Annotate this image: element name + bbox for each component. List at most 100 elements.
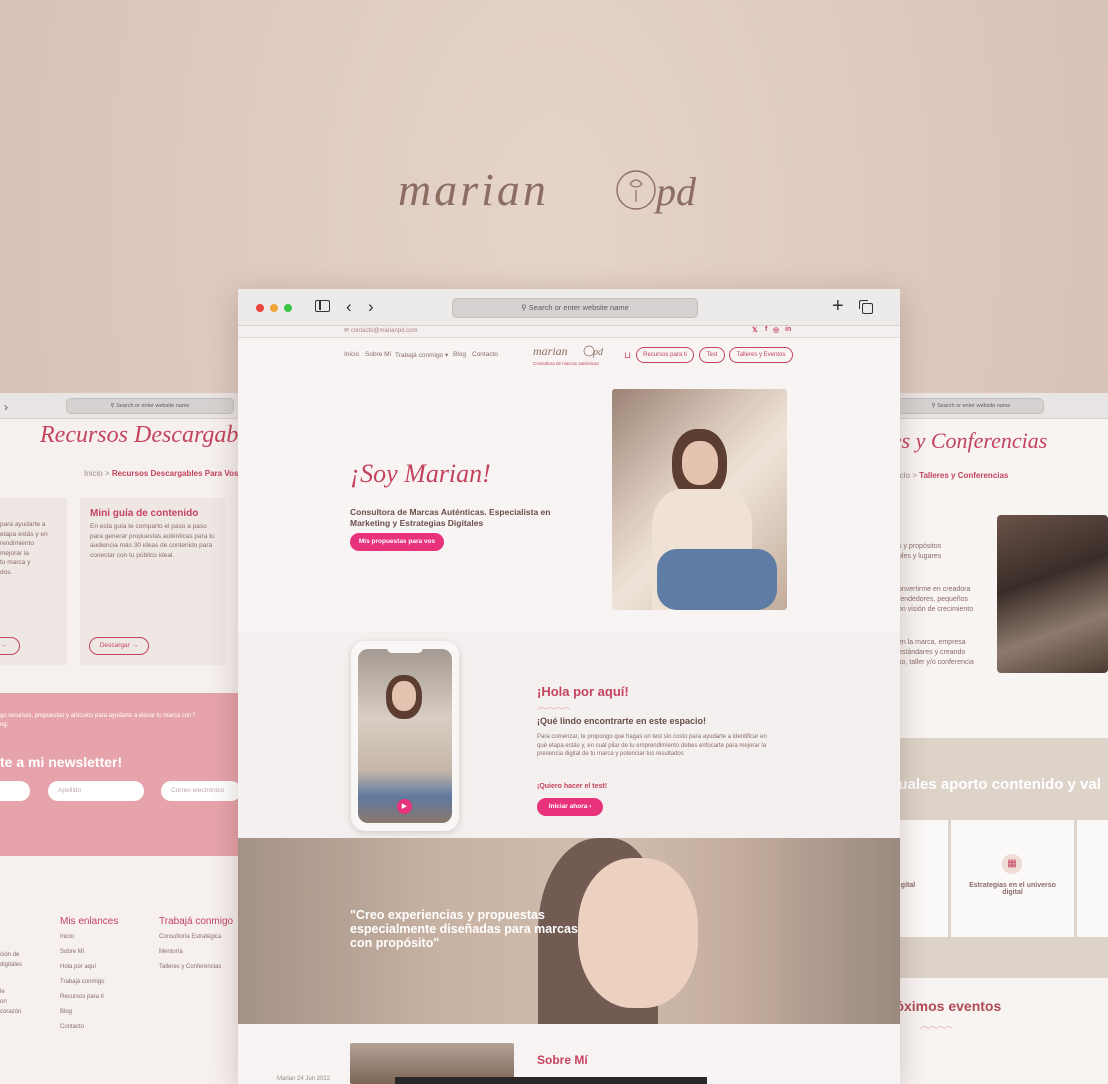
iniciar-button[interactable]: Iniciar ahora ›	[537, 798, 603, 816]
forward-icon[interactable]: ›	[368, 297, 374, 317]
main-browser-window: ‹ › ⚲ Search or enter website name + ✉ c…	[238, 289, 900, 1084]
test-link[interactable]: ¡Quiero hacer el test!	[537, 783, 607, 790]
back-icon[interactable]: ‹	[346, 297, 352, 317]
footer-link[interactable]: Inicio	[60, 934, 74, 940]
cart-icon[interactable]: ⊔	[624, 350, 631, 361]
right-text-line: bles y lugares	[898, 553, 942, 560]
descargar-button[interactable]: Descargar →	[89, 637, 149, 655]
newsletter-name-field[interactable]	[0, 781, 30, 801]
service-card-title: gital	[900, 882, 916, 889]
email-text: contacto@marianpd.com	[350, 328, 418, 334]
resource-card-1: para ayudarte a etapa estás y en rendimi…	[0, 498, 67, 665]
new-tab-icon[interactable]: +	[832, 295, 844, 318]
site-logo[interactable]: marian pd Consultora de marcas auténtica…	[533, 343, 607, 369]
service-card[interactable]: ▦ Estrategias en el universo digital	[951, 820, 1074, 937]
maximize-window-icon[interactable]	[284, 304, 292, 312]
post-date: Marian 24 Jun 2022	[277, 1076, 331, 1082]
footer-col1-line: le	[0, 989, 5, 995]
address-placeholder: Search or enter website name	[528, 303, 629, 312]
logo-tagline: Consultora de marcas auténticas	[533, 361, 599, 366]
contact-topbar: ✉ contacto@marianpd.com 𝕏 f ◎ in	[238, 326, 900, 338]
address-placeholder: Search or enter website name	[116, 403, 190, 409]
pill-recursos[interactable]: Recursos para ti	[636, 347, 694, 363]
phone-video[interactable]: ▶	[358, 649, 452, 823]
right-breadcrumb: icio > Talleres y Conferencias	[898, 471, 1008, 480]
right-text-line: onvertirme en creadora	[898, 586, 971, 593]
card-2-title: Mini guía de contenido	[90, 508, 199, 519]
right-text-line: on visión de crecimiento	[898, 606, 974, 613]
right-text-line: en la marca, empresa	[898, 639, 966, 646]
right-text-line: estándares y creando	[898, 649, 966, 656]
right-page-title: res y Conferencias	[884, 428, 1048, 453]
right-address-bar[interactable]: ⚲ Search or enter website name	[898, 398, 1044, 414]
newsletter-lastname-field[interactable]: Apellido	[48, 781, 144, 801]
hero-title: ¡Soy Marian!	[350, 459, 491, 488]
dark-footer-strip	[395, 1077, 707, 1084]
newsletter-text: go recursos, propuestas y artículos para…	[0, 713, 195, 728]
phone-video-face	[392, 681, 416, 711]
right-text-line: s y propósitos	[898, 543, 942, 550]
service-card[interactable]: gital	[898, 820, 948, 937]
footer-work-link[interactable]: Mentoría	[159, 949, 183, 955]
pill-test[interactable]: Test	[699, 347, 725, 363]
footer-link[interactable]: Recursos para ti	[60, 994, 104, 1000]
phone-notch	[387, 647, 423, 653]
right-text-line: so, taller y/o conferencia	[898, 659, 974, 666]
instagram-icon[interactable]: ◎	[773, 326, 779, 334]
footer-col1-line: ción de	[0, 952, 20, 958]
nav-contacto[interactable]: Contacto	[472, 351, 498, 358]
footer-col1-line: digitales	[0, 962, 23, 968]
chevron-right-icon[interactable]: ›	[4, 400, 8, 414]
hero-subtitle: Consultora de Marcas Auténticas. Especia…	[350, 507, 551, 528]
footer-link[interactable]: Contacto	[60, 1024, 84, 1030]
footer-work-link[interactable]: Talleres y Conferencias	[159, 964, 221, 970]
close-window-icon[interactable]	[256, 304, 264, 312]
footer-link[interactable]: Trabajá conmigo	[60, 979, 104, 985]
pill-talleres[interactable]: Talleres y Eventos	[729, 347, 793, 363]
footer-col1-line: corazón	[0, 1009, 22, 1015]
svg-text:marian: marian	[398, 164, 549, 215]
card-1-text: para ayudarte a etapa estás y en rendimi…	[0, 521, 48, 576]
footer-work-link[interactable]: Consultoría Estratégica	[159, 934, 221, 940]
service-card[interactable]	[1077, 820, 1108, 937]
svg-text:pd: pd	[592, 347, 604, 358]
footer-link[interactable]: Hola por aquí	[60, 964, 96, 970]
hola-subtitle: ¡Qué lindo encontrarte en este espacio!	[537, 716, 707, 726]
left-toolbar: › ⚲ Search or enter website name	[0, 393, 238, 419]
footer-link[interactable]: Sobre Mí	[60, 949, 84, 955]
propuestas-button[interactable]: Mis propuestas para vos	[350, 533, 444, 551]
sidebar-toggle-icon[interactable]	[315, 300, 330, 312]
play-icon[interactable]: ▶	[397, 799, 412, 814]
facebook-icon[interactable]: f	[765, 326, 767, 333]
hero-photo-face	[682, 441, 718, 485]
tabs-overview-icon[interactable]	[859, 300, 873, 314]
breadcrumb-home[interactable]: Inicio	[84, 469, 103, 478]
left-address-bar[interactable]: ⚲ Search or enter website name	[66, 398, 234, 414]
email-link[interactable]: ✉ contacto@marianpd.com	[344, 327, 418, 334]
footer-work-title: Trabajá conmigo	[159, 916, 234, 927]
right-band-title: cuales aporto contenido y val	[890, 776, 1101, 793]
hola-text: Para comenzar, te propongo que hagas un …	[537, 734, 767, 757]
quote-text: "Creo experiencias y propuestas especial…	[350, 908, 578, 950]
breadcrumb-separator: >	[912, 471, 917, 480]
linkedin-icon[interactable]: in	[785, 326, 791, 333]
breadcrumb-current: Recursos Descargables Para Vos	[111, 469, 239, 478]
footer-link[interactable]: Blog	[60, 1009, 72, 1015]
svg-text:pd: pd	[653, 169, 697, 214]
twitter-icon[interactable]: 𝕏	[752, 326, 758, 334]
wave-divider: ︵︵︵︵	[537, 701, 570, 711]
main-address-bar[interactable]: ⚲ Search or enter website name	[452, 298, 698, 318]
nav-inicio[interactable]: Inicio	[344, 351, 359, 358]
newsletter-email-field[interactable]: Correo electrónico	[161, 781, 241, 801]
nav-sobre-mi[interactable]: Sobre Mí	[365, 351, 391, 358]
search-icon: ⚲	[521, 303, 527, 312]
search-icon: ⚲	[110, 403, 115, 409]
card-2-text: En esta guía te comparto el paso a paso …	[90, 523, 215, 559]
wave-divider: ︵︵︵︵	[920, 1020, 953, 1030]
nav-trabaja-conmigo[interactable]: Trabajá conmigo ▾	[395, 351, 448, 359]
nav-blog[interactable]: Blog	[453, 351, 466, 358]
minimize-window-icon[interactable]	[270, 304, 278, 312]
svg-text:marian: marian	[533, 344, 568, 358]
card-1-download-button[interactable]: →	[0, 637, 20, 655]
strategy-icon: ▦	[1002, 854, 1022, 874]
